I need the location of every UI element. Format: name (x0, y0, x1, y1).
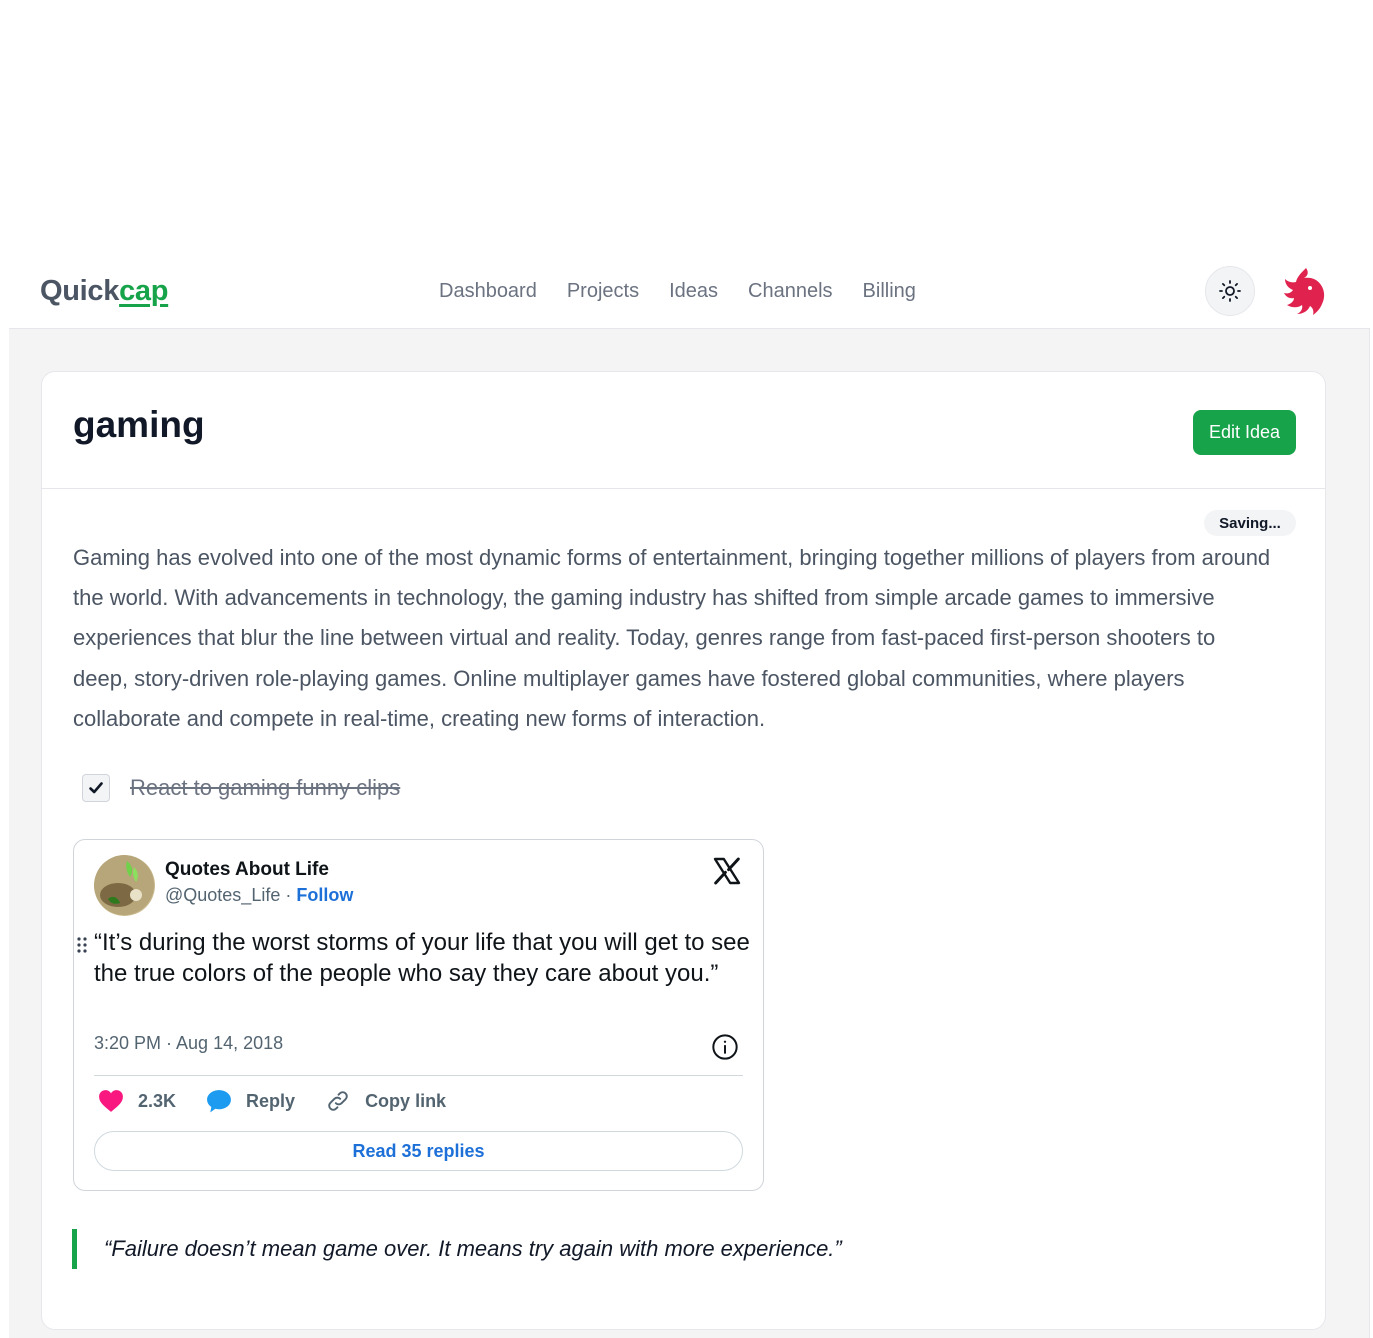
heart-icon (99, 1090, 123, 1112)
logo-text: Quick (40, 275, 120, 307)
nestjs-cat-icon[interactable] (1273, 264, 1329, 320)
tweet-avatar[interactable] (94, 855, 155, 916)
info-icon[interactable] (711, 1033, 739, 1061)
like-count: 2.3K (138, 1090, 177, 1111)
x-logo-icon[interactable] (711, 855, 743, 887)
logo-accent-text: cap (119, 275, 169, 307)
like-button[interactable]: 2.3K (98, 1089, 176, 1113)
sun-icon (1219, 280, 1241, 302)
follow-link[interactable]: Follow (296, 885, 353, 905)
tweet-timestamp[interactable]: 3:20 PM · Aug 14, 2018 (94, 1033, 283, 1054)
todo-checkbox[interactable] (82, 774, 110, 802)
todo-label[interactable]: React to gaming funny clips (130, 775, 400, 801)
tweet-handle[interactable]: @Quotes_Life (165, 885, 280, 905)
idea-card-header: gaming Edit Idea (42, 372, 1325, 489)
tweet-actions: 2.3K Reply Copy link (98, 1088, 476, 1114)
tweet-author-name[interactable]: Quotes About Life (165, 859, 329, 881)
tweet-embed: Quotes About Life @Quotes_Life · Follow … (73, 839, 764, 1191)
read-replies-button[interactable]: Read 35 replies (94, 1131, 743, 1171)
quote-block: “Failure doesn’t mean game over. It mean… (72, 1229, 842, 1269)
edit-idea-button[interactable]: Edit Idea (1193, 410, 1296, 455)
link-icon (328, 1091, 348, 1111)
tweet-divider (94, 1075, 743, 1076)
main-nav: Dashboard Projects Ideas Channels Billin… (439, 280, 916, 303)
top-navbar: Quickcap Dashboard Projects Ideas Channe… (9, 256, 1370, 329)
drag-handle-icon[interactable] (74, 934, 90, 956)
checkmark-icon (89, 782, 103, 794)
nav-projects[interactable]: Projects (567, 280, 639, 303)
copy-link-label: Copy link (365, 1090, 447, 1111)
reply-button[interactable]: Reply (206, 1089, 295, 1113)
quote-text[interactable]: “Failure doesn’t mean game over. It mean… (104, 1236, 842, 1262)
tweet-handle-row: @Quotes_Life · Follow (165, 885, 353, 906)
copy-link-button[interactable]: Copy link (325, 1088, 446, 1114)
idea-body-text[interactable]: Gaming has evolved into one of the most … (73, 538, 1273, 739)
app-logo[interactable]: Quickcap (40, 275, 168, 308)
todo-item: React to gaming funny clips (82, 774, 400, 802)
theme-toggle-button[interactable] (1205, 266, 1255, 316)
speech-bubble-icon (207, 1090, 231, 1113)
reply-label: Reply (246, 1090, 296, 1111)
nav-dashboard[interactable]: Dashboard (439, 280, 537, 303)
idea-card: gaming Edit Idea Saving... Gaming has ev… (41, 371, 1326, 1330)
nav-channels[interactable]: Channels (748, 280, 833, 303)
tweet-separator: · (285, 885, 292, 905)
nav-billing[interactable]: Billing (863, 280, 916, 303)
idea-title: gaming (73, 404, 205, 445)
tweet-text: “It’s during the worst storms of your li… (94, 929, 750, 987)
nav-ideas[interactable]: Ideas (669, 280, 718, 303)
saving-status-badge: Saving... (1204, 510, 1296, 536)
